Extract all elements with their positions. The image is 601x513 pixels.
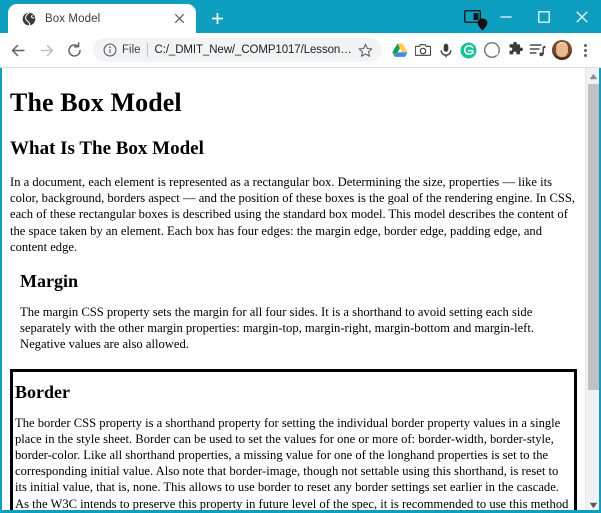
browser-tab[interactable]: Box Model	[8, 4, 196, 33]
three-dot-menu-icon[interactable]	[575, 37, 595, 63]
camera-icon[interactable]	[411, 37, 434, 63]
tab-strip: Box Model	[0, 0, 601, 33]
omnibox-divider	[146, 43, 148, 57]
google-drive-icon[interactable]	[388, 37, 411, 63]
url-scheme-label: File	[122, 44, 141, 56]
puzzle-extensions-icon[interactable]	[503, 37, 526, 63]
browser-toolbar: File C:/_DMIT_New/_COMP1017/Lessons/...	[0, 33, 601, 67]
border-paragraph: The border CSS property is a shorthand p…	[15, 415, 569, 513]
reading-list-icon[interactable]	[526, 37, 549, 63]
tab-title: Box Model	[45, 12, 101, 25]
location-pin-icon	[476, 18, 489, 32]
section-heading-border: Border	[15, 381, 70, 402]
back-button[interactable]	[4, 36, 32, 64]
document-body: The Box Model What Is The Box Model In a…	[0, 68, 585, 513]
margin-paragraph: The margin CSS property sets the margin …	[20, 305, 535, 352]
page-viewport: The Box Model What Is The Box Model In a…	[0, 67, 601, 513]
vertical-scrollbar[interactable]	[585, 68, 601, 513]
forward-button[interactable]	[32, 36, 60, 64]
window-controls	[459, 0, 601, 33]
browser-window: Box Model File C:/_DMIT_New/_COMP1017/Le…	[0, 0, 601, 513]
scrollbar-thumb[interactable]	[587, 84, 600, 390]
page-title: The Box Model	[10, 88, 182, 117]
minimize-button[interactable]	[487, 0, 525, 33]
new-tab-button[interactable]	[203, 4, 231, 32]
circle-extension-icon[interactable]	[480, 37, 503, 63]
info-icon[interactable]	[102, 43, 117, 58]
microphone-icon[interactable]	[434, 37, 457, 63]
grammarly-icon[interactable]	[457, 37, 480, 63]
close-icon[interactable]	[171, 11, 187, 27]
address-bar[interactable]: File C:/_DMIT_New/_COMP1017/Lessons/...	[93, 38, 382, 62]
globe-icon	[21, 11, 36, 26]
cast-icon[interactable]	[459, 4, 488, 31]
scroll-down-arrow-icon[interactable]	[586, 497, 601, 513]
border-section-box: Border The border CSS property is a shor…	[10, 368, 577, 513]
bookmark-star-icon[interactable]	[357, 42, 374, 59]
intro-paragraph: In a document, each element is represent…	[10, 175, 576, 254]
url-text[interactable]: C:/_DMIT_New/_COMP1017/Lessons/...	[155, 44, 352, 56]
reload-button[interactable]	[60, 36, 88, 64]
section-heading-what-is-the-box-model: What Is The Box Model	[10, 138, 204, 159]
section-heading-margin: Margin	[20, 271, 78, 292]
scrollbar-track[interactable]	[586, 84, 601, 497]
maximize-button[interactable]	[525, 0, 563, 33]
close-window-button[interactable]	[563, 0, 601, 33]
scroll-up-arrow-icon[interactable]	[586, 68, 601, 84]
profile-avatar[interactable]	[552, 40, 572, 60]
